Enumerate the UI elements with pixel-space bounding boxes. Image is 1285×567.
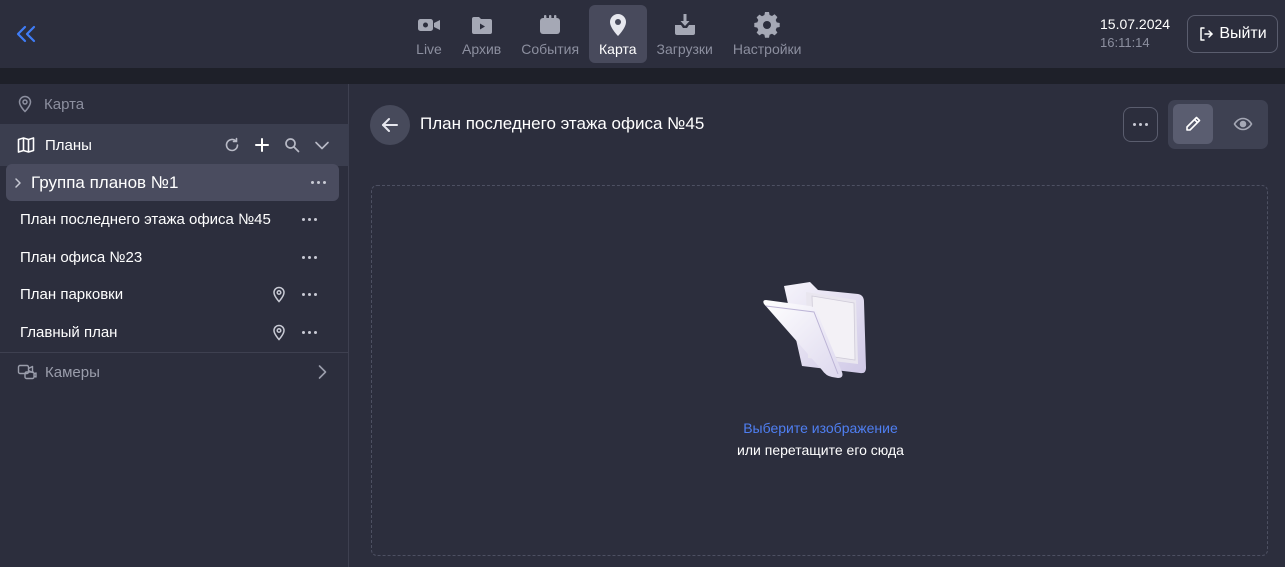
map-book-icon <box>17 137 35 153</box>
events-icon <box>540 14 561 34</box>
list-item[interactable]: План последнего этажа офиса №45 <box>0 201 349 238</box>
list-item[interactable]: План парковки <box>0 276 349 313</box>
plan-item-label: План офиса №23 <box>20 249 143 266</box>
cameras-icon <box>17 364 37 380</box>
gear-icon <box>754 11 780 38</box>
search-icon[interactable] <box>283 136 301 154</box>
view-mode-button[interactable] <box>1223 104 1263 144</box>
page-title: План последнего этажа офиса №45 <box>420 114 705 133</box>
top-bar: Live Архив События Карта Загрузки Настро… <box>0 0 1285 68</box>
more-options-icon[interactable] <box>302 293 317 296</box>
nav-tab-label: Live <box>416 40 442 57</box>
pencil-icon <box>1186 116 1201 131</box>
chevron-down-icon[interactable] <box>313 136 331 154</box>
sidebar: Карта Планы Группа планов №1 План послед… <box>0 84 349 567</box>
list-item[interactable]: План офиса №23 <box>0 239 349 276</box>
datetime: 15.07.2024 16:11:14 <box>1100 16 1184 50</box>
map-pin-outline-icon[interactable] <box>272 324 286 341</box>
map-pin-outline-icon[interactable] <box>272 286 286 303</box>
nav-tab-label: Настройки <box>732 40 802 57</box>
download-icon <box>674 13 695 35</box>
list-item[interactable]: Главный план <box>0 314 349 351</box>
nav-tab-downloads[interactable]: Загрузки <box>647 5 723 63</box>
chevron-right-icon <box>15 177 21 188</box>
more-options-icon[interactable] <box>311 181 326 184</box>
map-pin-icon <box>609 13 626 36</box>
more-options-icon[interactable] <box>302 218 317 221</box>
edit-mode-button[interactable] <box>1173 104 1213 144</box>
dropzone-hint: или перетащите его сюда <box>737 442 904 458</box>
plan-item-label: План последнего этажа офиса №45 <box>20 211 271 228</box>
logout-icon <box>1200 27 1214 41</box>
choose-image-link[interactable]: Выберите изображение <box>372 420 1269 436</box>
nav-tab-label: Архив <box>462 40 502 57</box>
mode-switch <box>1168 100 1268 149</box>
main-nav: Live Архив События Карта Загрузки Настро… <box>406 5 812 63</box>
sidebar-item-label: Камеры <box>45 363 100 381</box>
nav-tab-label: Карта <box>599 40 637 57</box>
main-panel: План последнего этажа офиса №45 Выберите… <box>350 84 1285 567</box>
image-dropzone[interactable]: Выберите изображение или перетащите его … <box>371 185 1268 556</box>
more-options-icon[interactable] <box>302 331 317 334</box>
plan-group-row[interactable]: Группа планов №1 <box>6 164 339 201</box>
plan-item-label: План парковки <box>20 286 124 303</box>
nav-tab-label: События <box>521 40 580 57</box>
nav-tab-events[interactable]: События <box>511 5 589 63</box>
nav-tab-archive[interactable]: Архив <box>452 5 511 63</box>
chevron-right-icon <box>318 365 327 379</box>
nav-tab-label: Загрузки <box>656 40 713 57</box>
collapse-double-chevron-icon[interactable] <box>12 20 40 48</box>
plan-group-label: Группа планов №1 <box>31 172 179 192</box>
video-camera-icon <box>418 18 440 31</box>
back-button[interactable] <box>370 105 410 145</box>
header-divider-strip <box>0 68 1285 84</box>
arrow-left-icon <box>382 118 398 132</box>
folder-illustration-icon <box>763 282 866 378</box>
more-options-icon[interactable] <box>302 256 317 259</box>
logout-label: Выйти <box>1219 25 1267 42</box>
more-options-icon <box>1133 123 1148 126</box>
sidebar-item-map[interactable]: Карта <box>0 84 349 124</box>
archive-folder-icon <box>471 16 492 34</box>
current-date: 15.07.2024 <box>1100 16 1171 32</box>
nav-tab-settings[interactable]: Настройки <box>723 5 812 63</box>
more-options-button[interactable] <box>1123 107 1158 142</box>
sidebar-section-plans[interactable]: Планы <box>0 124 349 166</box>
add-icon[interactable] <box>253 136 271 154</box>
refresh-icon[interactable] <box>223 136 241 154</box>
current-time: 16:11:14 <box>1100 35 1150 50</box>
sidebar-section-label: Планы <box>45 136 92 154</box>
sidebar-item-cameras[interactable]: Камеры <box>0 353 349 391</box>
sidebar-item-label: Карта <box>44 95 85 113</box>
nav-tab-live[interactable]: Live <box>406 5 452 63</box>
logout-button[interactable]: Выйти <box>1187 15 1278 53</box>
nav-tab-map[interactable]: Карта <box>589 5 647 63</box>
eye-icon <box>1233 117 1253 131</box>
plan-item-label: Главный план <box>20 324 118 341</box>
map-pin-outline-icon <box>18 95 32 113</box>
plans-tools <box>223 124 331 166</box>
